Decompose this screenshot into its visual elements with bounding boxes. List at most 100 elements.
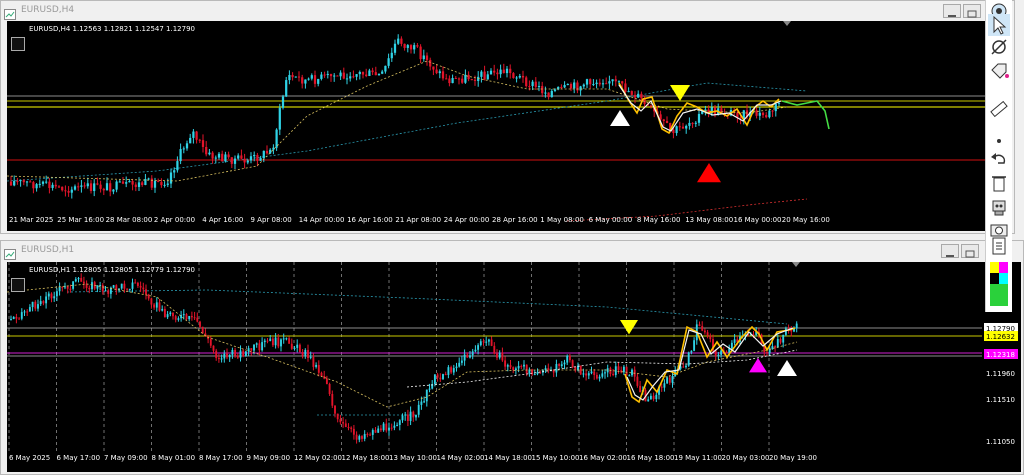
color-green-icon[interactable]: [988, 284, 1010, 306]
candle-body: [107, 290, 110, 294]
forecast-line: [781, 100, 830, 130]
candle-body: [660, 386, 663, 388]
candle-body: [609, 368, 612, 374]
candle-body: [80, 278, 83, 282]
candle-body: [230, 157, 233, 164]
candle-body: [109, 183, 112, 192]
title-bar-h4[interactable]: EURUSD,H4: [1, 1, 1014, 21]
candle-body: [120, 283, 123, 289]
candle-body: [96, 285, 99, 289]
price-chart-h4[interactable]: 21 Mar 2025 25 Mar 16:00 28 Mar 08:00 2 Apr…: [7, 21, 986, 231]
undo-icon[interactable]: [988, 148, 1010, 170]
candle-body: [115, 181, 118, 190]
chart-canvas-h1: 6 May 2025 6 May 17:00 7 May 09:00 8 May 01…: [7, 262, 1018, 462]
candle-body: [636, 376, 639, 386]
candle-body: [74, 279, 77, 282]
candle-body: [9, 181, 13, 186]
candle-body: [568, 355, 571, 361]
candle-body: [310, 75, 313, 79]
candle-body: [393, 425, 396, 428]
minimize-button[interactable]: [943, 4, 961, 18]
signal-icon[interactable]: [11, 278, 25, 292]
candle-body: [25, 181, 29, 183]
candle-body: [569, 84, 573, 89]
candle-body: [16, 180, 19, 182]
candle-body: [512, 367, 515, 371]
candle-body: [10, 319, 12, 321]
chart-canvas-h4: 21 Mar 2025 25 Mar 16:00 28 Mar 08:00 2 Apr…: [7, 21, 986, 224]
candle-body: [671, 376, 674, 383]
minimize-button[interactable]: [941, 244, 959, 258]
candle-body: [598, 376, 601, 379]
candle-body: [493, 345, 496, 354]
candle-body: [358, 436, 361, 440]
candle-body: [153, 180, 157, 188]
title-bar-h1[interactable]: EURUSD,H1: [1, 241, 1023, 261]
candle-body: [182, 314, 185, 316]
candle-body: [297, 76, 301, 78]
candle-body: [439, 377, 442, 380]
candle-body: [587, 373, 590, 376]
candle-body: [304, 349, 307, 356]
candle-body: [566, 84, 569, 86]
candle-body: [104, 290, 107, 292]
candle-body: [157, 180, 160, 182]
crosshair-icon[interactable]: [988, 36, 1010, 58]
candle-body: [766, 351, 768, 354]
candle-body: [342, 72, 345, 79]
candle-body: [633, 94, 637, 98]
candle-body: [91, 282, 93, 290]
candle-body: [563, 362, 566, 365]
candle-body: [579, 86, 582, 91]
candle-body: [271, 338, 274, 346]
maximize-button[interactable]: [963, 4, 981, 18]
candle-body: [693, 340, 696, 351]
candle-body: [366, 434, 369, 436]
candle-body: [397, 38, 400, 44]
candle-body: [461, 78, 464, 83]
candle-body: [730, 342, 733, 349]
candle-body: [66, 286, 69, 289]
candle-body: [504, 360, 507, 367]
candle-body: [336, 75, 339, 77]
candle-body: [265, 150, 269, 154]
candle-body: [374, 72, 377, 76]
candle-body: [558, 364, 561, 367]
candle-body: [768, 110, 771, 118]
candle-body: [691, 122, 694, 124]
candle-body: [467, 74, 470, 80]
candle-body: [331, 393, 334, 406]
ruler-icon[interactable]: [988, 98, 1010, 120]
signal-icon[interactable]: [11, 37, 25, 51]
trash-icon[interactable]: [988, 172, 1010, 194]
tag-icon[interactable]: [988, 60, 1010, 82]
candle-body: [477, 345, 480, 350]
candle-body: [621, 81, 624, 84]
price-chart-h1[interactable]: 6 May 2025 6 May 17:00 7 May 09:00 8 May 01…: [7, 262, 1021, 472]
time-axis-label: 16 Apr 16:00: [347, 216, 393, 224]
candle-body: [518, 75, 521, 78]
candle-body: [377, 73, 381, 76]
candle-body: [652, 395, 655, 400]
candle-body: [595, 82, 598, 85]
clipboard-icon[interactable]: [988, 234, 1010, 256]
candle-body: [473, 79, 477, 81]
candle-body: [89, 183, 93, 192]
candle-body: [547, 92, 550, 98]
candle-body: [99, 284, 102, 286]
time-axis-label: 21 Mar 2025: [9, 216, 53, 224]
candle-body: [26, 311, 29, 313]
candle-body: [131, 282, 134, 289]
robot-icon[interactable]: [988, 196, 1010, 218]
candle-body: [404, 414, 407, 416]
color-palette-icon[interactable]: [988, 262, 1010, 284]
maximize-button[interactable]: [961, 244, 979, 258]
candle-body: [166, 314, 169, 318]
candle-body: [128, 181, 131, 183]
candle-body: [534, 81, 537, 87]
cursor-icon[interactable]: [988, 14, 1010, 36]
moving-average-line: [7, 60, 788, 182]
candle-body: [196, 317, 199, 322]
candle-body: [293, 347, 296, 349]
candle-body: [193, 317, 196, 319]
